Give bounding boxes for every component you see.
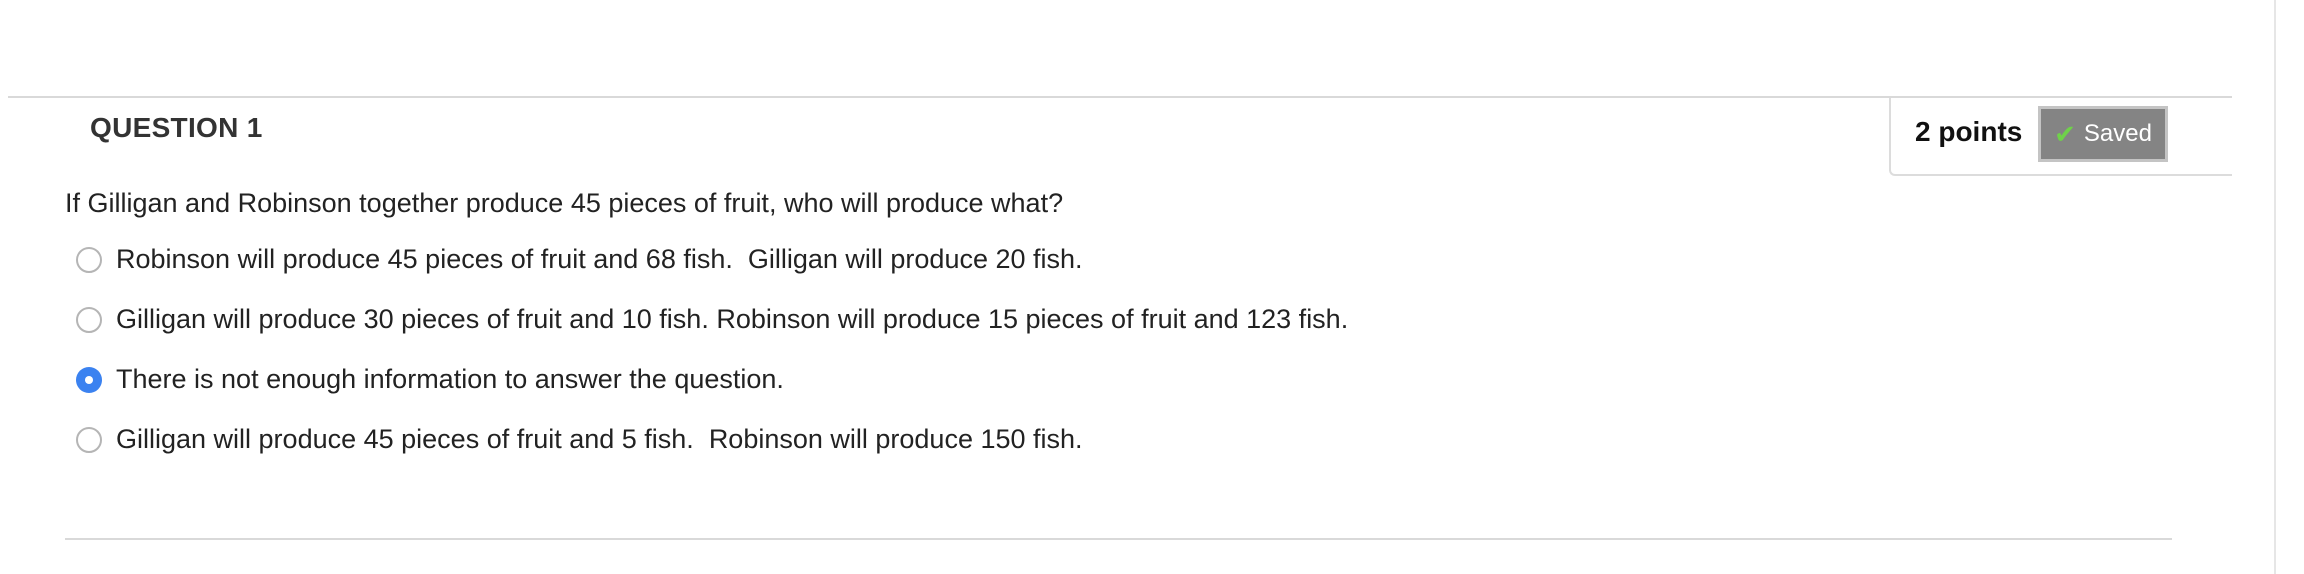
points-label: 2 points	[1915, 116, 2023, 147]
saved-label: Saved	[2083, 120, 2152, 147]
question-prompt: If Gilligan and Robinson together produc…	[65, 188, 1064, 218]
saved-button[interactable]: ✔ Saved	[2038, 106, 2168, 162]
radio-button-4[interactable]	[76, 426, 102, 453]
answer-option-1[interactable]: Robinson will produce 45 pieces of fruit…	[76, 244, 1083, 275]
answer-option-label: Gilligan will produce 45 pieces of fruit…	[116, 424, 1083, 454]
radio-button-3-selected[interactable]	[76, 366, 102, 393]
quiz-page: QUESTION 1 2 points ✔ Saved If Gilligan …	[0, 0, 2304, 574]
radio-button-2[interactable]	[76, 306, 102, 333]
answer-option-3[interactable]: There is not enough information to answe…	[76, 364, 784, 395]
answer-option-label: There is not enough information to answe…	[116, 364, 784, 394]
radio-button-1[interactable]	[76, 246, 102, 273]
answer-option-2[interactable]: Gilligan will produce 30 pieces of fruit…	[76, 304, 1348, 335]
check-icon: ✔	[2054, 119, 2076, 149]
page-right-edge	[2274, 0, 2276, 574]
answer-option-label: Robinson will produce 45 pieces of fruit…	[116, 244, 1083, 274]
question-bottom-divider	[65, 538, 2172, 540]
question-title: QUESTION 1	[90, 112, 263, 143]
answer-option-4[interactable]: Gilligan will produce 45 pieces of fruit…	[76, 424, 1083, 455]
answer-option-label: Gilligan will produce 30 pieces of fruit…	[116, 304, 1349, 334]
